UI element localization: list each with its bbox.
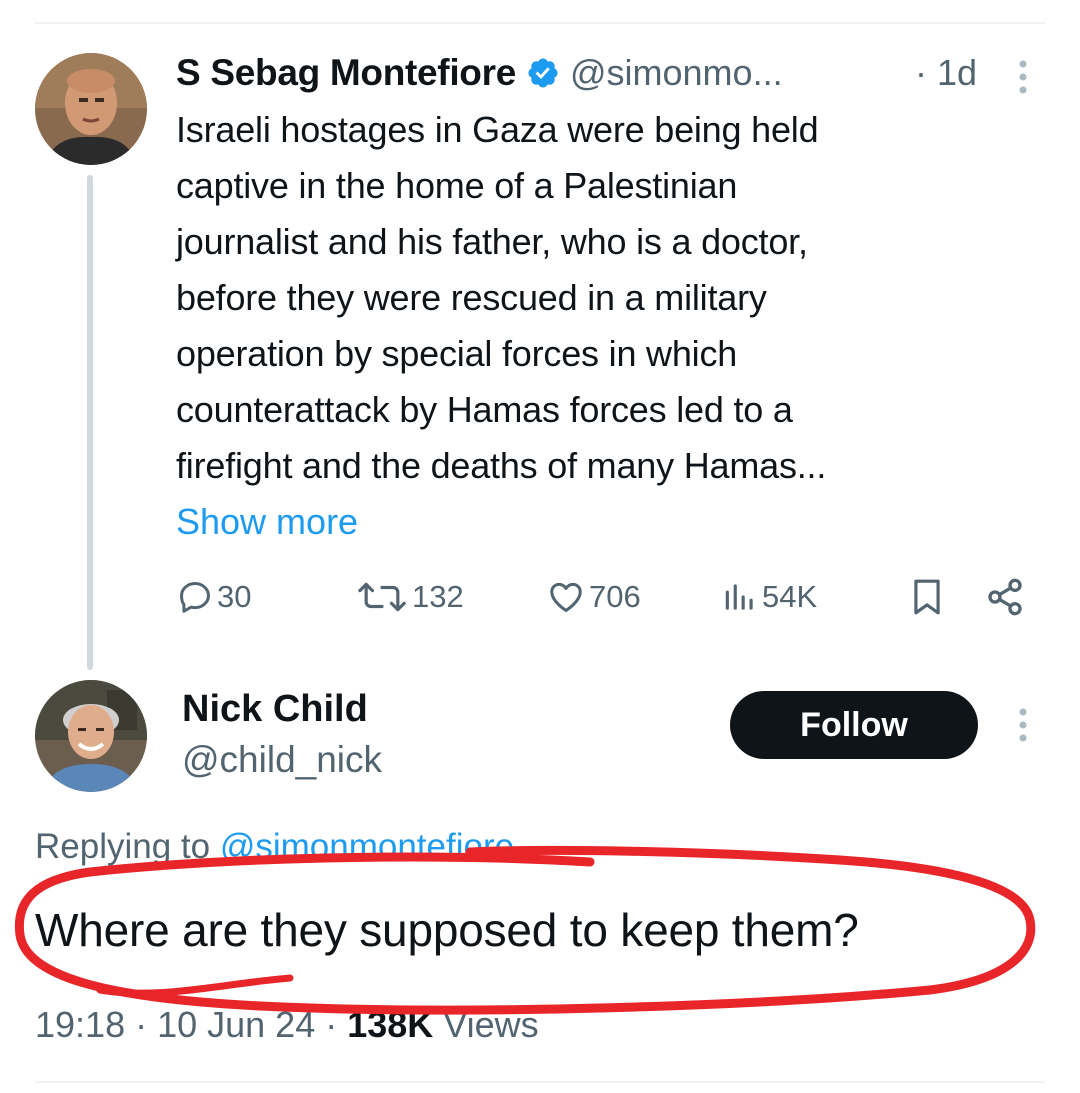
- reply-views-count: 138K: [347, 1004, 434, 1045]
- parent-author-handle[interactable]: @simonmo...: [570, 52, 783, 94]
- tweet-text-line: Israeli hostages in Gaza were being held: [176, 109, 819, 150]
- share-action[interactable]: [985, 575, 1025, 619]
- retweet-action[interactable]: 132: [355, 575, 464, 619]
- parent-author-name[interactable]: S Sebag Montefiore: [176, 52, 516, 94]
- like-count: 706: [589, 579, 641, 614]
- show-more-link[interactable]: Show more: [176, 494, 358, 550]
- tweet-text-line: journalist and his father, who is a doct…: [176, 221, 808, 262]
- replying-to-mention[interactable]: @simonmontefiore: [220, 827, 514, 866]
- tweet-text-line: captive in the home of a Palestinian: [176, 165, 738, 206]
- bookmark-action[interactable]: [908, 575, 946, 619]
- views-chart-icon: [725, 584, 753, 610]
- replying-to-line: Replying to @simonmontefiore: [35, 822, 514, 872]
- retweet-icon: [358, 582, 406, 612]
- verified-badge-icon: [528, 58, 558, 88]
- reply-timestamp[interactable]: 19:18 · 10 Jun 24 ·: [35, 1004, 347, 1045]
- parent-tweet-header: S Sebag Montefiore @simonmo...: [176, 48, 783, 98]
- thread-connector-line: [87, 175, 93, 670]
- parent-tweet-text: Israeli hostages in Gaza were being held…: [176, 102, 1036, 494]
- views-count: 54K: [762, 579, 818, 614]
- replying-to-prefix: Replying to: [35, 827, 220, 866]
- bookmark-icon: [914, 579, 940, 615]
- top-divider: [35, 22, 1045, 24]
- share-icon: [988, 578, 1022, 616]
- like-action[interactable]: 706: [546, 575, 641, 619]
- more-options-icon[interactable]: [1011, 706, 1035, 746]
- reply-author-handle[interactable]: @child_nick: [182, 733, 382, 787]
- tweet-text-line: counterattack by Hamas forces led to a: [176, 389, 793, 430]
- tweet-text-line: before they were rescued in a military: [176, 277, 767, 318]
- reply-count: 30: [217, 579, 252, 614]
- parent-tweet-time[interactable]: · 1d: [915, 48, 977, 98]
- reply-tweet-meta: 19:18 · 10 Jun 24 · 138K Views: [35, 1000, 539, 1050]
- avatar-simon[interactable]: [35, 53, 147, 165]
- reply-tweet-text: Where are they supposed to keep them?: [35, 904, 859, 956]
- heart-icon: [550, 582, 582, 612]
- reply-author-name[interactable]: Nick Child: [182, 682, 368, 736]
- follow-button[interactable]: Follow: [730, 691, 978, 759]
- reply-views-label: Views: [433, 1004, 539, 1045]
- reply-action[interactable]: 30: [176, 575, 251, 619]
- avatar-nick[interactable]: [35, 680, 147, 792]
- more-options-icon[interactable]: [1011, 58, 1035, 98]
- views-action[interactable]: 54K: [721, 575, 817, 619]
- tweet-text-line: operation by special forces in which: [176, 333, 738, 374]
- bottom-divider: [35, 1081, 1045, 1083]
- tweet-text-line: firefight and the deaths of many Hamas..…: [176, 445, 827, 486]
- retweet-count: 132: [412, 579, 464, 614]
- reply-icon: [180, 582, 210, 613]
